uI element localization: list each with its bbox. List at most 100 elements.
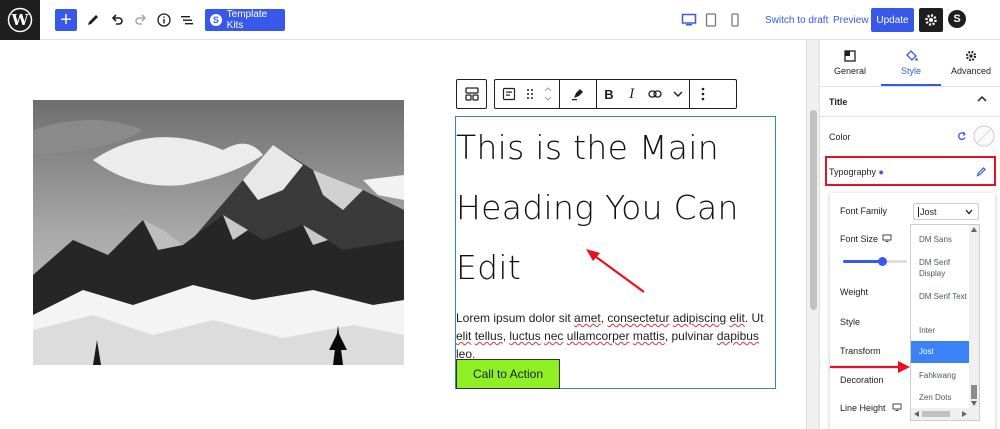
font-family-select[interactable]: Jost — [913, 203, 979, 220]
template-kits-label: Template Kits — [226, 9, 268, 31]
highlight-pen-icon[interactable] — [560, 80, 596, 108]
bold-button[interactable]: B — [597, 80, 621, 108]
spellcheck-word: mattis — [632, 329, 665, 343]
spectra-icon[interactable]: S — [948, 10, 966, 28]
pencil-tool-icon[interactable] — [82, 9, 104, 31]
color-swatch[interactable] — [973, 125, 995, 147]
tablet-preview-icon[interactable] — [700, 9, 722, 31]
move-up-down-icon[interactable] — [537, 80, 559, 108]
scrollbar-thumb[interactable] — [810, 110, 817, 310]
edit-pencil-icon[interactable] — [976, 166, 987, 177]
font-family-label: Font Family — [840, 206, 888, 216]
dropdown-horizontal-scrollbar[interactable] — [911, 408, 979, 420]
font-option-selected[interactable]: Jost — [911, 341, 970, 363]
font-option[interactable]: Zen Dots — [911, 392, 970, 403]
divider — [819, 116, 1000, 117]
decoration-label: Decoration — [840, 375, 884, 385]
divider — [820, 86, 1000, 87]
select-parent-block-button[interactable] — [456, 79, 487, 109]
font-option[interactable]: Fahkwang — [911, 370, 970, 381]
font-option[interactable]: DM Serif Display — [911, 257, 970, 279]
spellcheck-word: amet — [574, 311, 601, 325]
details-info-icon[interactable] — [153, 9, 175, 31]
desktop-device-icon[interactable] — [882, 234, 892, 243]
editor-top-toolbar: W + S Template Kits Switch to draft Prev… — [0, 0, 1000, 40]
scroll-right-arrow-icon[interactable] — [962, 411, 967, 417]
list-view-icon[interactable] — [176, 9, 198, 31]
call-to-action-button[interactable]: Call to Action — [456, 359, 560, 389]
spellcheck-word: dapibus — [716, 329, 759, 343]
undo-icon[interactable] — [106, 9, 128, 31]
scroll-down-arrow-icon[interactable] — [971, 401, 977, 406]
template-kits-icon: S — [210, 14, 222, 26]
body-paragraph[interactable]: Lorem ipsum dolor sit amet, consectetur … — [456, 309, 774, 363]
line-height-label: Line Height — [840, 403, 886, 413]
spellcheck-word: elit — [729, 311, 745, 325]
dropdown-hscroll-thumb[interactable] — [922, 411, 950, 417]
tab-style-label: Style — [900, 65, 921, 76]
active-dot-icon: ● — [878, 167, 884, 177]
canvas-scrollbar[interactable] — [806, 40, 819, 429]
section-title[interactable]: Title — [829, 97, 847, 107]
spellcheck-word: ullamcorper — [566, 329, 630, 343]
link-icon[interactable] — [643, 80, 667, 108]
scroll-left-arrow-icon[interactable] — [914, 411, 919, 417]
font-size-slider-track[interactable] — [843, 257, 907, 266]
block-toolbar: B I — [494, 79, 737, 109]
tab-advanced-label: Advanced — [950, 66, 992, 76]
paragraph-text: , pulvinar — [664, 329, 717, 343]
transform-label: Transform — [840, 346, 881, 356]
tab-advanced[interactable]: Advanced — [941, 40, 1000, 86]
scroll-up-arrow-icon[interactable] — [971, 227, 977, 232]
settings-gear-icon[interactable] — [919, 8, 943, 32]
reset-icon[interactable] — [957, 131, 967, 141]
chevron-down-icon — [965, 209, 973, 215]
paragraph-text: Lorem ipsum dolor sit — [456, 311, 575, 325]
dropdown-vertical-scrollbar[interactable] — [969, 225, 979, 408]
block-type-icon[interactable] — [495, 80, 523, 108]
redo-icon[interactable] — [130, 9, 152, 31]
annotation-arrow-icon — [586, 249, 645, 293]
spellcheck-word: luctus — [509, 329, 541, 343]
spellcheck-word: tellus — [474, 329, 503, 343]
typography-text: Typography — [829, 167, 877, 177]
font-family-value: Jost — [918, 206, 937, 217]
tab-general[interactable]: General — [820, 40, 880, 86]
update-button[interactable]: Update — [871, 8, 914, 32]
font-option[interactable]: DM Sans — [911, 234, 970, 245]
spellcheck-word: adipiscing — [672, 311, 727, 325]
tab-style[interactable]: Style — [881, 40, 941, 86]
font-option[interactable]: DM Serif Text — [911, 291, 970, 302]
layout-icon — [844, 50, 856, 62]
font-family-dropdown-list[interactable]: DM Sans DM Serif Display DM Serif Text I… — [910, 224, 980, 421]
desktop-preview-icon[interactable] — [678, 9, 700, 31]
add-block-button[interactable]: + — [55, 9, 77, 31]
font-size-label: Font Size — [840, 234, 879, 244]
italic-button[interactable]: I — [621, 80, 643, 108]
spellcheck-word: consectetur — [607, 311, 670, 325]
font-size-slider-fill — [843, 260, 883, 263]
wordpress-logo-icon[interactable]: W — [0, 0, 40, 40]
spellcheck-word: nec — [544, 329, 564, 343]
gear-icon — [965, 50, 977, 62]
desktop-device-icon[interactable] — [892, 403, 902, 412]
dropdown-scroll-thumb[interactable] — [971, 385, 977, 399]
preview-link[interactable]: Preview — [833, 15, 869, 26]
mountain-image[interactable] — [33, 100, 404, 365]
mobile-preview-icon[interactable] — [724, 9, 746, 31]
color-label: Color — [829, 132, 851, 142]
drag-handle-icon[interactable] — [523, 80, 537, 108]
typography-label[interactable]: Typography ● — [829, 167, 884, 177]
paint-bucket-icon — [905, 49, 918, 61]
weight-label: Weight — [840, 287, 868, 297]
style-label: Style — [840, 317, 861, 327]
chevron-up-icon[interactable] — [976, 94, 988, 104]
switch-to-draft-link[interactable]: Switch to draft — [765, 15, 828, 26]
options-more-vertical-icon[interactable] — [690, 80, 716, 108]
template-kits-button[interactable]: S Template Kits — [205, 9, 285, 31]
more-formatting-chevron-down-icon[interactable] — [667, 80, 689, 108]
annotation-arrow-icon — [830, 361, 910, 373]
svg-text:W: W — [11, 11, 30, 29]
spellcheck-word: elit — [456, 329, 472, 343]
font-option[interactable]: Inter — [911, 325, 970, 336]
